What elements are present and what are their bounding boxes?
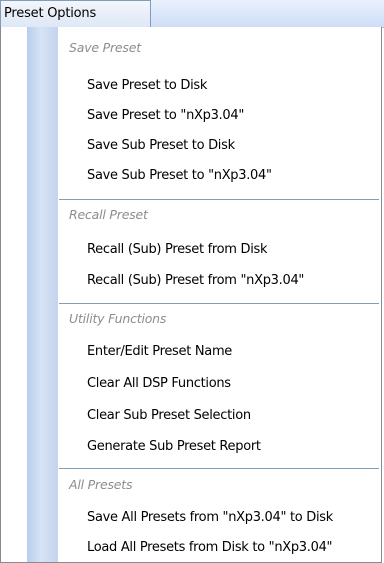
menu-item-save-preset-to-device[interactable]: Save Preset to "nXp3.04" (59, 101, 379, 131)
separator (59, 199, 379, 200)
menu-item-save-all-presets-to-disk[interactable]: Save All Presets from "nXp3.04" to Disk (59, 503, 379, 533)
menu-item-clear-all-dsp-functions[interactable]: Clear All DSP Functions (59, 369, 379, 399)
menu-item-recall-sub-preset-from-disk[interactable]: Recall (Sub) Preset from Disk (59, 235, 379, 265)
menu-item-save-sub-preset-to-disk[interactable]: Save Sub Preset to Disk (59, 131, 379, 161)
preset-options-dropdown: Save Preset Save Preset to Disk Save Pre… (0, 27, 382, 563)
gutter-stripe (27, 27, 58, 562)
group-header-recall-preset: Recall Preset (69, 207, 148, 222)
menu-item-save-preset-to-disk[interactable]: Save Preset to Disk (59, 71, 379, 101)
menu-item-recall-sub-preset-from-device[interactable]: Recall (Sub) Preset from "nXp3.04" (59, 266, 379, 296)
menu-item-save-sub-preset-to-device[interactable]: Save Sub Preset to "nXp3.04" (59, 161, 379, 191)
group-header-all-presets: All Presets (69, 477, 133, 492)
menu-bar: Preset Options (0, 0, 384, 28)
preset-options-menu[interactable]: Preset Options (0, 0, 151, 28)
separator (59, 468, 379, 469)
menu-item-load-all-presets-from-disk[interactable]: Load All Presets from Disk to "nXp3.04" (59, 533, 379, 563)
menu-item-generate-sub-preset-report[interactable]: Generate Sub Preset Report (59, 432, 379, 462)
menu-item-enter-edit-preset-name[interactable]: Enter/Edit Preset Name (59, 337, 379, 367)
separator (59, 303, 379, 304)
group-header-save-preset: Save Preset (69, 40, 141, 55)
menu-item-clear-sub-preset-selection[interactable]: Clear Sub Preset Selection (59, 401, 379, 431)
menu-icon-gutter (1, 27, 58, 562)
group-header-utility-functions: Utility Functions (69, 311, 167, 326)
